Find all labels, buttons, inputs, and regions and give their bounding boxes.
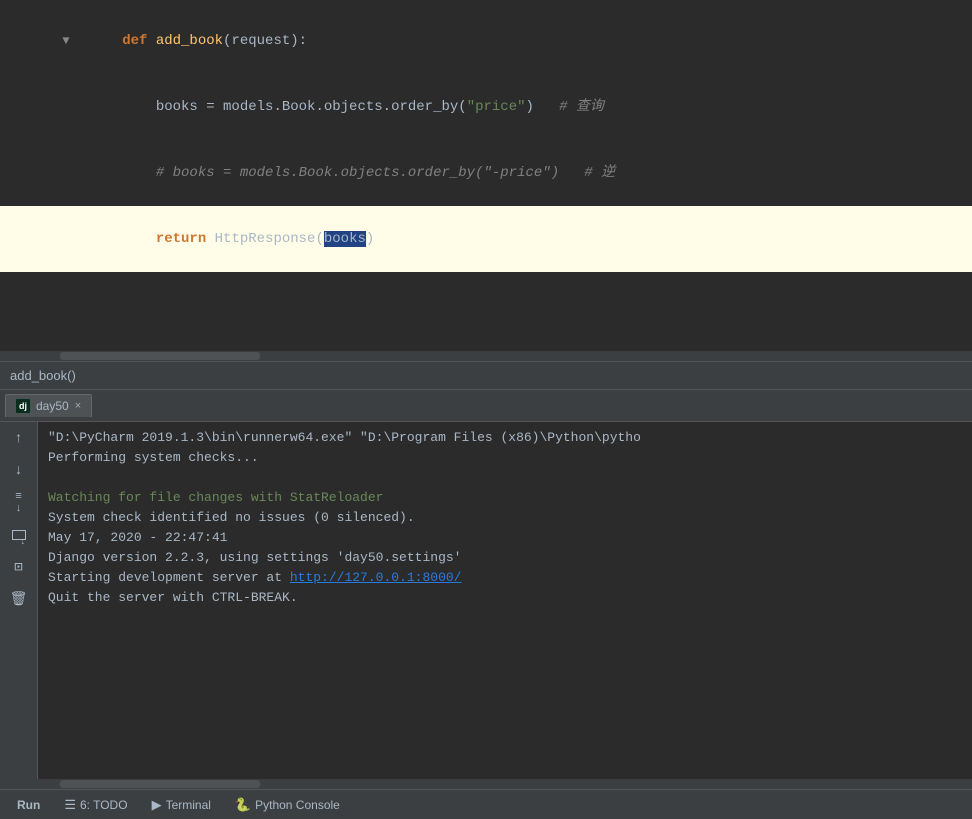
clear-button[interactable]: 🗑 (6, 586, 32, 612)
output-line-3 (48, 468, 962, 488)
todo-icon: ☰ (64, 797, 76, 813)
run-tab-close[interactable]: × (75, 400, 81, 412)
terminal-icon: ▶ (152, 797, 162, 813)
code-line-2: books = models.Book.objects.order_by("pr… (0, 74, 972, 140)
output-line-1: "D:\PyCharm 2019.1.3\bin\runnerw64.exe" … (48, 428, 962, 448)
layout-button[interactable]: ↓ (6, 522, 32, 548)
django-icon: dj (16, 399, 30, 413)
code-editor: ▼ def add_book(request): books = models.… (0, 0, 972, 390)
todo-button[interactable]: ☰ 6: TODO (52, 793, 139, 817)
code-line-1: ▼ def add_book(request): (0, 8, 972, 74)
breadcrumb-text: add_book() (10, 368, 76, 383)
run-label[interactable]: Run (5, 794, 52, 816)
code-content-2: books = models.Book.objects.order_by("pr… (55, 74, 604, 140)
python-console-button[interactable]: 🐍 Python Console (223, 793, 352, 817)
bottom-toolbar: Run ☰ 6: TODO ▶ Terminal 🐍 Python Consol… (0, 789, 972, 819)
run-hscrollbar[interactable] (0, 779, 972, 789)
close-paren-4: ) (366, 231, 374, 247)
code-var-2: books = models.Book.objects.order_by( (122, 99, 466, 115)
http-response-fn: HttpResponse( (215, 231, 324, 247)
code-area: ▼ def add_book(request): books = models.… (0, 0, 972, 351)
code-line-4: return HttpResponse(books) (0, 206, 972, 272)
function-name: add_book (156, 33, 223, 49)
run-scroll-track (60, 780, 260, 788)
comment-2: # 查询 (559, 99, 604, 115)
terminal-button[interactable]: ▶ Terminal (140, 793, 223, 817)
code-hscrollbar[interactable] (0, 351, 972, 361)
sort-button[interactable]: ≡↓ (6, 490, 32, 516)
breadcrumb-bar: add_book() (0, 361, 972, 389)
output-line-7: Django version 2.2.3, using settings 'da… (48, 548, 962, 568)
code-content-4: return HttpResponse(books) (55, 206, 374, 272)
line-gutter-1: ▼ (0, 8, 55, 74)
code-content-3: # books = models.Book.objects.order_by("… (55, 140, 615, 206)
selected-books: books (324, 231, 366, 247)
run-tab-label: day50 (36, 399, 69, 413)
paren-close-2: ) (526, 99, 560, 115)
output-line-5: System check identified no issues (0 sil… (48, 508, 962, 528)
output-line-6: May 17, 2020 - 22:47:41 (48, 528, 962, 548)
run-output: "D:\PyCharm 2019.1.3\bin\runnerw64.exe" … (38, 422, 972, 779)
keyword-return: return (156, 231, 215, 247)
code-scroll-track (60, 352, 260, 360)
terminal-label: Terminal (166, 798, 211, 812)
run-sidebar: ↑ ↓ ≡↓ ↓ ⊡ 🗑 (0, 422, 38, 779)
run-tabs: dj day50 × (0, 390, 972, 422)
python-icon: 🐍 (235, 797, 251, 813)
code-line-3: # books = models.Book.objects.order_by("… (0, 140, 972, 206)
scroll-up-button[interactable]: ↑ (6, 426, 32, 452)
output-line-4: Watching for file changes with StatReloa… (48, 488, 962, 508)
params: (request): (223, 33, 307, 49)
print-button[interactable]: ⊡ (6, 554, 32, 580)
collapse-icon-1: ▼ (62, 34, 69, 48)
keyword-def: def (122, 33, 156, 49)
scroll-down-button[interactable]: ↓ (6, 458, 32, 484)
string-price: "price" (467, 99, 526, 115)
output-line-2: Performing system checks... (48, 448, 962, 468)
run-content-area: ↑ ↓ ≡↓ ↓ ⊡ 🗑 "D:\PyCharm 2019.1.3\bin\ru… (0, 422, 972, 779)
comment-3: # books = models.Book.objects.order_by("… (122, 165, 615, 181)
todo-label: 6: TODO (80, 798, 128, 812)
output-line-8: Starting development server at http://12… (48, 568, 962, 588)
server-url-link[interactable]: http://127.0.0.1:8000/ (290, 570, 462, 585)
python-console-label: Python Console (255, 798, 340, 812)
indent-4 (122, 231, 156, 247)
output-line-9: Quit the server with CTRL-BREAK. (48, 588, 962, 608)
run-panel: dj day50 × ↑ ↓ ≡↓ ↓ ⊡ 🗑 "D:\PyCharm 2019… (0, 390, 972, 789)
code-content-1: def add_book(request): (55, 8, 307, 74)
run-tab-day50[interactable]: dj day50 × (5, 394, 92, 417)
